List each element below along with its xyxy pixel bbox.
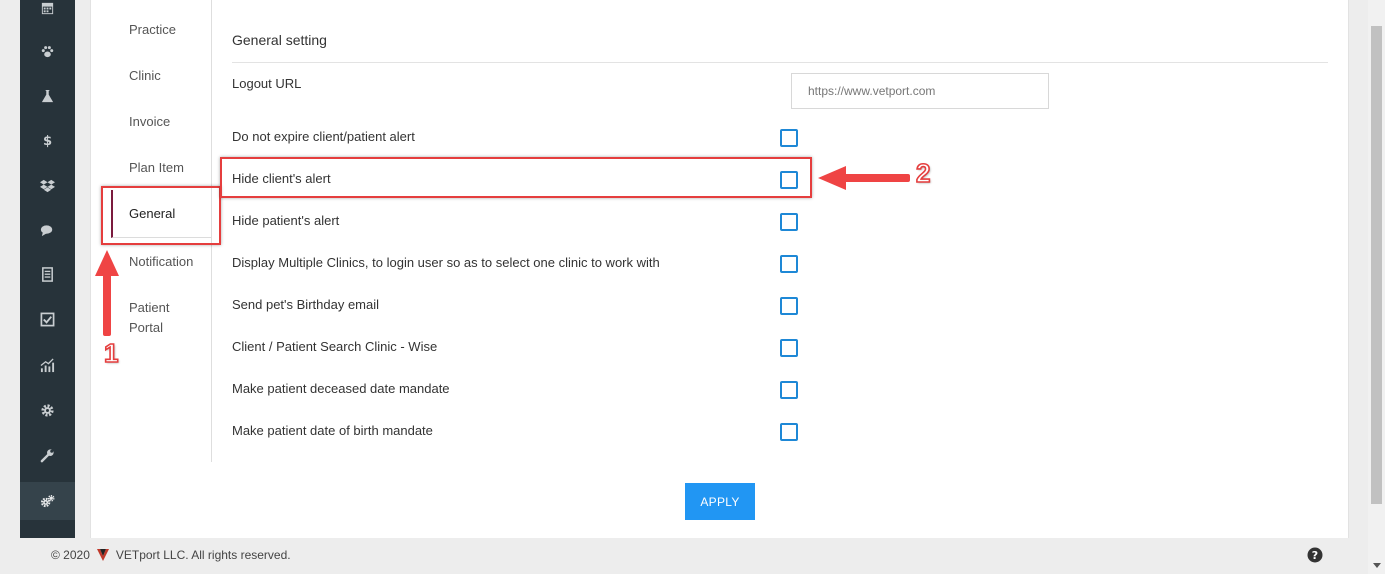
option-label-multiple-clinics: Display Multiple Clinics, to login user … <box>232 255 660 270</box>
subnav-item-notification[interactable]: Notification <box>111 252 211 272</box>
option-label-birthday-email: Send pet's Birthday email <box>232 297 380 312</box>
apply-button[interactable]: APPLY <box>685 483 755 520</box>
checkbox-hide-patient-alert[interactable] <box>780 213 798 231</box>
svg-text:?: ? <box>1312 549 1318 562</box>
subnav-item-plan-item[interactable]: Plan Item <box>111 158 211 178</box>
scroll-down-icon[interactable] <box>1373 563 1381 568</box>
title-divider <box>232 62 1328 63</box>
dropbox-icon[interactable] <box>20 167 75 203</box>
settings-panel: Practice Clinic Invoice Plan Item Genera… <box>90 0 1349 538</box>
calendar-icon[interactable] <box>20 0 75 26</box>
subnav-item-invoice[interactable]: Invoice <box>111 112 211 132</box>
wrench-icon[interactable] <box>20 437 75 473</box>
gears-icon[interactable] <box>20 482 75 520</box>
subnav-item-practice[interactable]: Practice <box>111 20 211 40</box>
section-title: General setting <box>232 32 327 48</box>
help-icon[interactable]: ? <box>1307 547 1323 563</box>
checkbox-multiple-clinics[interactable] <box>780 255 798 273</box>
dollar-icon[interactable]: $ <box>20 122 75 158</box>
checkbox-expire-alert[interactable] <box>780 129 798 147</box>
chart-icon[interactable] <box>20 347 75 383</box>
document-icon[interactable] <box>20 256 75 292</box>
paw-icon[interactable] <box>20 33 75 69</box>
arrow-up-icon <box>95 250 119 336</box>
page-scrollbar[interactable] <box>1368 0 1385 574</box>
annotation-step-1: 1 <box>103 337 119 369</box>
logout-url-input[interactable] <box>791 73 1049 109</box>
subnav-item-patient-portal[interactable]: Patient Portal <box>111 298 201 338</box>
checkbox-icon[interactable] <box>20 301 75 337</box>
logout-url-label: Logout URL <box>232 76 302 91</box>
copyright-text: VETport LLC. All rights reserved. <box>115 548 291 562</box>
vetport-logo-icon <box>96 549 109 561</box>
main-sidebar: $ <box>20 0 75 538</box>
option-label-date-of-birth: Make patient date of birth mandate <box>232 423 433 438</box>
svg-text:$: $ <box>43 134 52 148</box>
checkbox-date-of-birth[interactable] <box>780 423 798 441</box>
checkbox-search-clinic-wise[interactable] <box>780 339 798 357</box>
option-label-deceased-date: Make patient deceased date mandate <box>232 381 450 396</box>
option-label-expire-alert: Do not expire client/patient alert <box>232 129 415 144</box>
option-label-search-clinic-wise: Client / Patient Search Clinic - Wise <box>232 339 438 354</box>
gear-icon[interactable] <box>20 392 75 428</box>
annotation-step-2: 2 <box>915 157 931 189</box>
subnav-item-clinic[interactable]: Clinic <box>111 66 211 86</box>
flask-icon[interactable] <box>20 78 75 114</box>
arrow-left-icon <box>818 166 910 190</box>
annotation-box-general <box>101 186 221 245</box>
option-label-hide-patient-alert: Hide patient's alert <box>232 213 340 228</box>
checkbox-deceased-date[interactable] <box>780 381 798 399</box>
copyright-year: © 2020 <box>51 548 90 562</box>
scrollbar-thumb[interactable] <box>1371 26 1382 504</box>
footer: © 2020 VETport LLC. All rights reserved. <box>51 548 291 562</box>
chat-icon[interactable] <box>20 212 75 248</box>
checkbox-birthday-email[interactable] <box>780 297 798 315</box>
annotation-box-hide-client-alert <box>220 157 812 198</box>
